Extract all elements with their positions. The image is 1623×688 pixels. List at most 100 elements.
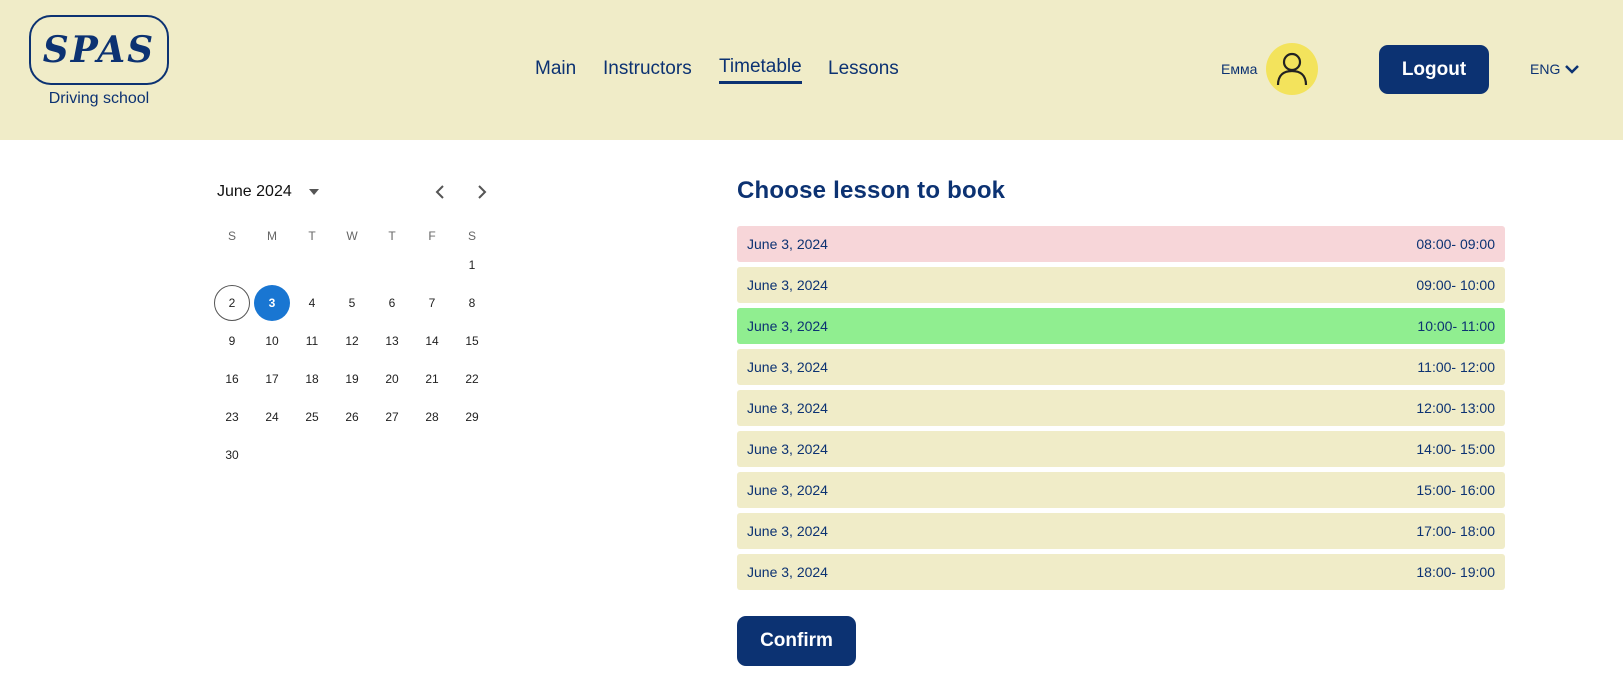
calendar-empty-cell [372, 436, 412, 474]
logo[interactable]: SPAS [29, 15, 169, 85]
calendar-day-number: 26 [345, 410, 359, 424]
lesson-slot-date: June 3, 2024 [747, 318, 828, 334]
calendar-day[interactable]: 19 [332, 360, 372, 398]
calendar-day-number: 23 [225, 410, 239, 424]
calendar-day-number: 13 [385, 334, 399, 348]
header: SPAS Driving school Main Instructors Tim… [0, 0, 1623, 140]
user-name: Емма [1221, 61, 1258, 77]
calendar-day-number: 21 [425, 372, 439, 386]
calendar-week-row: 30 [212, 436, 492, 474]
calendar-day[interactable]: 26 [332, 398, 372, 436]
calendar-day[interactable]: 5 [332, 284, 372, 322]
calendar-day[interactable]: 17 [252, 360, 292, 398]
nav-instructors[interactable]: Instructors [603, 58, 692, 80]
calendar-day-number: 12 [345, 334, 359, 348]
lesson-slot-date: June 3, 2024 [747, 236, 828, 252]
logout-button[interactable]: Logout [1379, 45, 1489, 94]
calendar-day[interactable]: 24 [252, 398, 292, 436]
lesson-slot-list: June 3, 2024 08:00- 09:00 June 3, 2024 09:0… [737, 226, 1505, 595]
calendar-week-row: 23 24 25 26 27 28 29 [212, 398, 492, 436]
lesson-slot-date: June 3, 2024 [747, 523, 828, 539]
calendar-day-number: 19 [345, 372, 359, 386]
calendar-empty-cell [372, 246, 412, 284]
calendar-day[interactable]: 30 [212, 436, 252, 474]
lesson-slot[interactable]: June 3, 2024 17:00- 18:00 [737, 513, 1505, 549]
nav-lessons[interactable]: Lessons [828, 58, 899, 80]
calendar-day-number: 3 [254, 285, 290, 321]
calendar-week-row: 23 4 5 6 7 8 [212, 284, 492, 322]
calendar-day[interactable]: 1 [452, 246, 492, 284]
lesson-slot-date: June 3, 2024 [747, 482, 828, 498]
calendar-day-number: 29 [465, 410, 479, 424]
lesson-slot-time: 14:00- 15:00 [1416, 441, 1495, 457]
caret-down-icon[interactable] [308, 186, 320, 198]
calendar-day[interactable]: 10 [252, 322, 292, 360]
calendar-day[interactable]: 29 [452, 398, 492, 436]
calendar-empty-cell [452, 436, 492, 474]
calendar-day[interactable]: 2 [212, 284, 252, 322]
lesson-slot-time: 10:00- 11:00 [1417, 318, 1495, 334]
chevron-right-icon[interactable] [472, 183, 490, 201]
lesson-slot[interactable]: June 3, 2024 12:00- 13:00 [737, 390, 1505, 426]
weekday-label: F [428, 229, 436, 243]
chevron-down-icon [1565, 65, 1580, 74]
calendar-empty-cell [292, 436, 332, 474]
lesson-slot-date: June 3, 2024 [747, 400, 828, 416]
calendar-day-number: 15 [465, 334, 479, 348]
lesson-slot[interactable]: June 3, 2024 10:00- 11:00 [737, 308, 1505, 344]
calendar-day-number: 28 [425, 410, 439, 424]
lesson-slot-time: 09:00- 10:00 [1416, 277, 1495, 293]
chevron-left-icon[interactable] [432, 183, 450, 201]
calendar-day[interactable]: 14 [412, 322, 452, 360]
calendar-day[interactable]: 11 [292, 322, 332, 360]
calendar-day[interactable]: 22 [452, 360, 492, 398]
calendar-empty-cell [412, 246, 452, 284]
lesson-slot[interactable]: June 3, 2024 14:00- 15:00 [737, 431, 1505, 467]
calendar-empty-cell [252, 436, 292, 474]
calendar-day-number: 1 [468, 258, 476, 272]
calendar-day-number: 9 [228, 334, 236, 348]
calendar-empty-cell [332, 436, 372, 474]
calendar-day[interactable]: 6 [372, 284, 412, 322]
language-selector[interactable]: ENG [1530, 61, 1580, 77]
calendar-day-number: 27 [385, 410, 399, 424]
lesson-slot[interactable]: June 3, 2024 18:00- 19:00 [737, 554, 1505, 590]
calendar-day[interactable]: 18 [292, 360, 332, 398]
calendar-day[interactable]: 28 [412, 398, 452, 436]
calendar-empty-cell [412, 436, 452, 474]
calendar-day[interactable]: 9 [212, 322, 252, 360]
lesson-slot[interactable]: June 3, 2024 09:00- 10:00 [737, 267, 1505, 303]
calendar-day[interactable]: 25 [292, 398, 332, 436]
calendar-day-number: 2 [214, 285, 250, 321]
logo-subtitle: Driving school [48, 90, 150, 107]
calendar-day[interactable]: 3 [252, 284, 292, 322]
calendar-day-number: 30 [225, 448, 239, 462]
calendar-day-number: 6 [388, 296, 396, 310]
calendar-day[interactable]: 20 [372, 360, 412, 398]
avatar[interactable] [1266, 43, 1318, 95]
calendar-day[interactable]: 15 [452, 322, 492, 360]
calendar-day[interactable]: 21 [412, 360, 452, 398]
nav-main[interactable]: Main [535, 58, 576, 80]
calendar-day[interactable]: 23 [212, 398, 252, 436]
calendar-month-label[interactable]: June 2024 [217, 183, 292, 201]
calendar-day[interactable]: 4 [292, 284, 332, 322]
confirm-button[interactable]: Confirm [737, 616, 856, 666]
calendar-day-number: 5 [348, 296, 356, 310]
calendar-day[interactable]: 13 [372, 322, 412, 360]
lesson-slot[interactable]: June 3, 2024 08:00- 09:00 [737, 226, 1505, 262]
nav-timetable[interactable]: Timetable [719, 56, 802, 84]
lesson-slot-time: 15:00- 16:00 [1416, 482, 1495, 498]
calendar-day[interactable]: 8 [452, 284, 492, 322]
weekday-label: S [467, 229, 476, 243]
calendar-day[interactable]: 16 [212, 360, 252, 398]
calendar-day[interactable]: 12 [332, 322, 372, 360]
calendar-empty-cell [332, 246, 372, 284]
calendar-day[interactable]: 7 [412, 284, 452, 322]
lesson-slot[interactable]: June 3, 2024 11:00- 12:00 [737, 349, 1505, 385]
calendar-day-number: 14 [425, 334, 439, 348]
lesson-slot[interactable]: June 3, 2024 15:00- 16:00 [737, 472, 1505, 508]
calendar-week-row: 16 17 18 19 20 21 22 [212, 360, 492, 398]
calendar-day-number: 16 [225, 372, 239, 386]
calendar-day[interactable]: 27 [372, 398, 412, 436]
